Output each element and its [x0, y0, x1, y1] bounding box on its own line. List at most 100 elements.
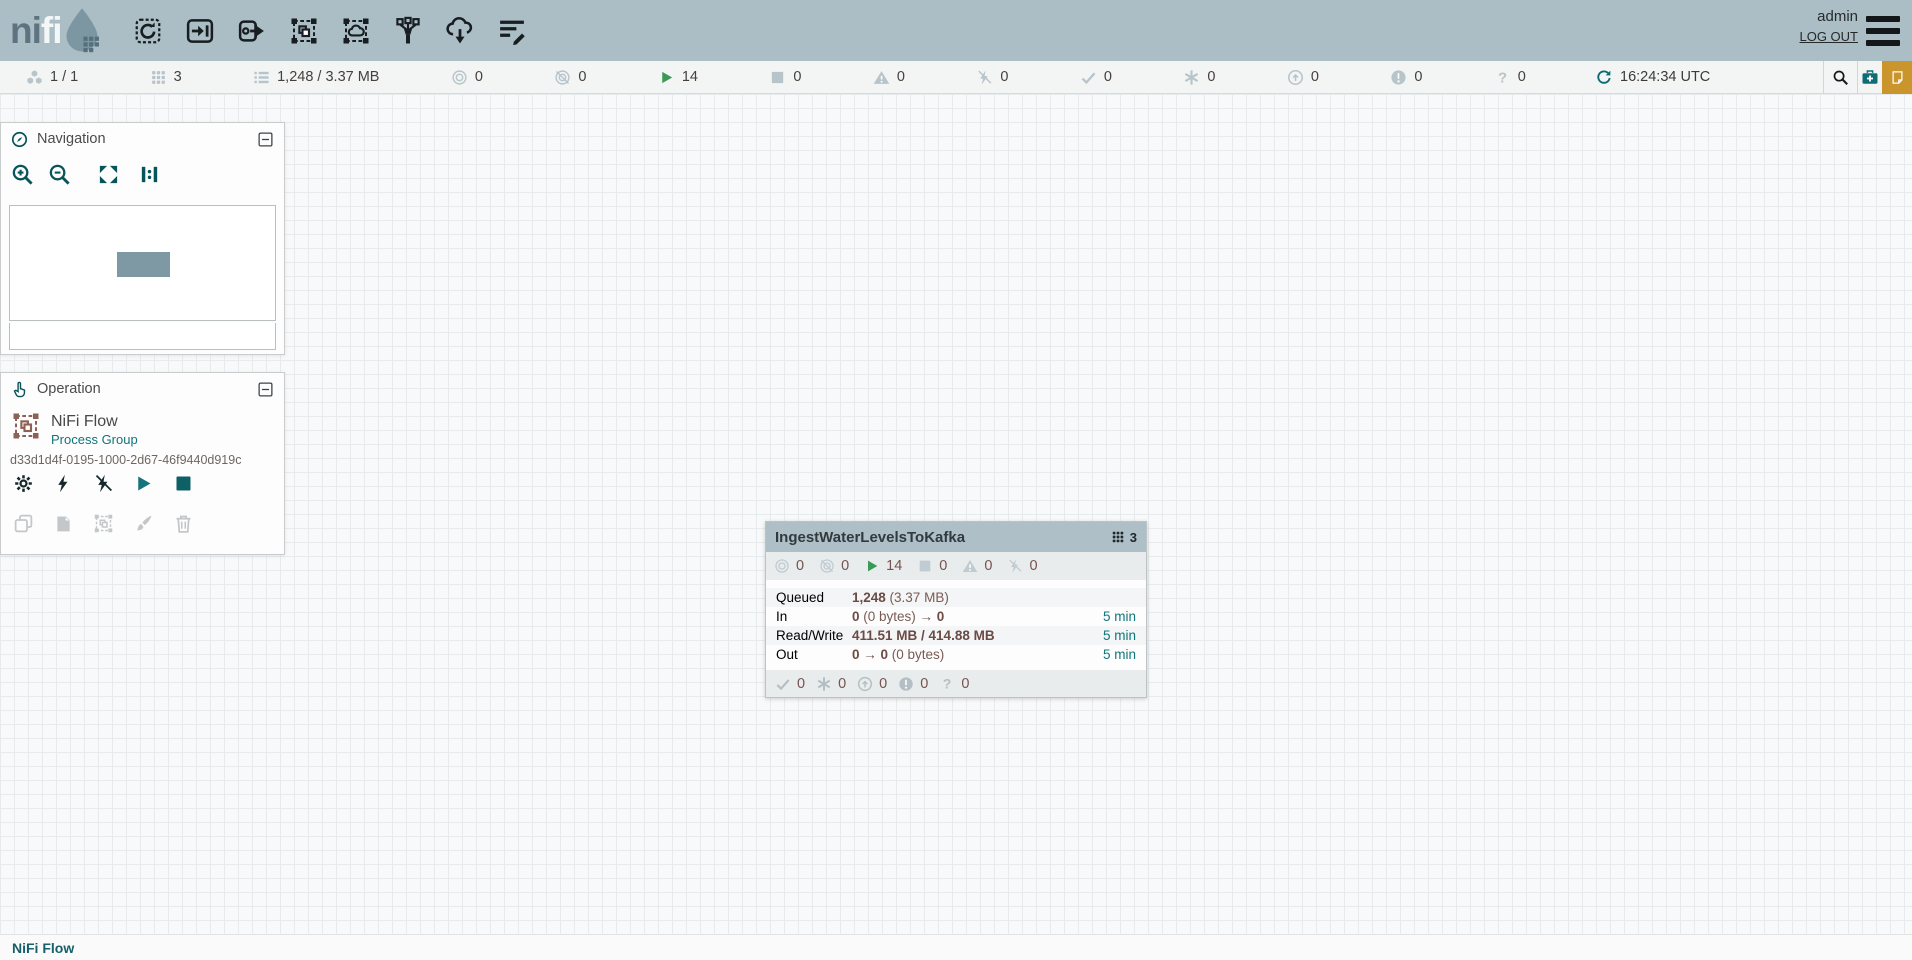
paste-icon[interactable] [53, 511, 93, 535]
search-icon [1832, 69, 1849, 86]
disabled-bolt-slash-icon [976, 69, 993, 86]
configure-gear-icon[interactable] [13, 471, 53, 495]
process-group-version-strip: 0 0 0 0 0 [766, 670, 1146, 697]
start-play-icon[interactable] [133, 471, 173, 495]
breadcrumb: NiFi Flow [0, 934, 1912, 960]
navigation-title: Navigation [37, 131, 248, 147]
question-icon [939, 676, 955, 692]
arrow-up-circle-icon [857, 676, 873, 692]
process-group-stats: Queued 1,248 (3.37 MB) In 0 (0 bytes) → … [766, 588, 1146, 664]
compass-icon [11, 131, 28, 148]
cluster-status: 1 / 1 [26, 69, 78, 86]
bulletin-board-button[interactable] [1882, 61, 1912, 94]
pg-up-to-date: 0 [775, 676, 805, 692]
stat-row-in: In 0 (0 bytes) → 0 5 min [766, 607, 1146, 626]
collapse-icon[interactable] [257, 131, 274, 148]
active-threads-status: 3 [150, 69, 182, 86]
refresh-icon [1596, 69, 1612, 85]
stopped-square-icon [769, 69, 786, 86]
pg-not-transmitting: 0 [819, 558, 849, 574]
queued-list-icon [253, 69, 270, 86]
zoom-in-icon[interactable] [11, 163, 34, 186]
refresh-time: 16:24:34 UTC [1620, 69, 1710, 85]
selected-component-type: Process Group [51, 432, 138, 447]
disabled-bolt-slash-icon [1007, 558, 1023, 574]
not-transmitting-status: 0 [554, 69, 586, 86]
transmitting-icon [774, 558, 790, 574]
funnel-icon[interactable] [382, 0, 434, 61]
operation-title: Operation [37, 381, 248, 397]
sync-failure-question-icon [1494, 69, 1511, 86]
flow-canvas[interactable]: IngestWaterLevelsToKafka 3 0 0 14 0 0 0 … [0, 94, 1912, 934]
logout-link[interactable]: LOG OUT [1799, 29, 1858, 44]
zoom-fit-icon[interactable] [97, 163, 120, 186]
invalid-warning-icon [873, 69, 890, 86]
exclamation-circle-icon [898, 676, 914, 692]
operation-actions-row2 [13, 511, 213, 535]
transmitting-status: 0 [451, 69, 483, 86]
breadcrumb-root-link[interactable]: NiFi Flow [12, 940, 74, 956]
enable-bolt-icon[interactable] [53, 471, 93, 495]
component-toolbar [122, 0, 538, 61]
global-menu-icon[interactable] [1866, 16, 1900, 46]
stat-row-queued: Queued 1,248 (3.37 MB) [766, 588, 1146, 607]
locally-modified-asterisk-icon [1183, 69, 1200, 86]
template-icon[interactable] [434, 0, 486, 61]
medkit-button[interactable] [1858, 61, 1882, 93]
disabled-status: 0 [976, 69, 1008, 86]
refresh-status[interactable]: 16:24:34 UTC [1596, 61, 1710, 93]
navigation-tools [11, 163, 161, 186]
invalid-warning-icon [962, 558, 978, 574]
transmitting-icon [451, 69, 468, 86]
operation-panel: Operation NiFi Flow Process Group d33d1d… [0, 372, 285, 555]
delete-trash-icon[interactable] [173, 511, 213, 535]
output-port-icon[interactable] [226, 0, 278, 61]
copy-icon[interactable] [13, 511, 53, 535]
stop-square-icon[interactable] [173, 471, 213, 495]
asterisk-icon [816, 676, 832, 692]
process-group-component[interactable]: IngestWaterLevelsToKafka 3 0 0 14 0 0 0 … [765, 521, 1147, 698]
minimap-component-rect[interactable] [117, 252, 170, 277]
pg-disabled: 0 [1007, 558, 1037, 574]
label-icon[interactable] [486, 0, 538, 61]
pg-locally-modified: 0 [816, 676, 846, 692]
queued-status: 1,248 / 3.37 MB [253, 69, 379, 86]
locally-modified-status: 0 [1183, 69, 1215, 86]
pg-stale: 0 [857, 676, 887, 692]
operation-header: Operation [1, 373, 284, 405]
running-play-icon [864, 558, 880, 574]
navigation-panel: Navigation [0, 122, 285, 355]
search-button[interactable] [1824, 61, 1857, 93]
collapse-icon[interactable] [257, 381, 274, 398]
process-group-name: IngestWaterLevelsToKafka [775, 529, 1111, 546]
birdseye-minimap[interactable] [9, 205, 276, 321]
grid-icon [1111, 530, 1125, 544]
zoom-actual-size-icon[interactable] [138, 163, 161, 186]
selected-component-name: NiFi Flow [51, 413, 118, 431]
pg-sync-failure: 0 [939, 676, 969, 692]
invalid-status: 0 [873, 69, 905, 86]
pg-transmitting: 0 [774, 558, 804, 574]
cluster-icon [26, 69, 43, 86]
selected-process-group-icon [11, 411, 41, 441]
stat-row-readwrite: Read/Write 411.51 MB / 414.88 MB 5 min [766, 626, 1146, 645]
disable-bolt-slash-icon[interactable] [93, 471, 133, 495]
selected-component-id: d33d1d4f-0195-1000-2d67-46f9440d919c [10, 453, 241, 467]
remote-process-group-icon[interactable] [330, 0, 382, 61]
color-brush-icon[interactable] [133, 511, 173, 535]
minimap-footer [9, 323, 276, 350]
processor-icon[interactable] [122, 0, 174, 61]
pg-stopped: 0 [917, 558, 947, 574]
app-header: nifi admin LOG OUT [0, 0, 1912, 61]
modified-stale-exclamation-icon [1390, 69, 1407, 86]
threads-grid-icon [150, 69, 167, 86]
check-icon [775, 676, 791, 692]
navigation-header: Navigation [1, 123, 284, 155]
zoom-out-icon[interactable] [48, 163, 71, 186]
not-transmitting-icon [554, 69, 571, 86]
bulletin-note-icon [1890, 70, 1905, 85]
process-group-icon[interactable] [278, 0, 330, 61]
group-icon[interactable] [93, 511, 133, 535]
input-port-icon[interactable] [174, 0, 226, 61]
process-group-badge: 3 [1111, 530, 1137, 545]
